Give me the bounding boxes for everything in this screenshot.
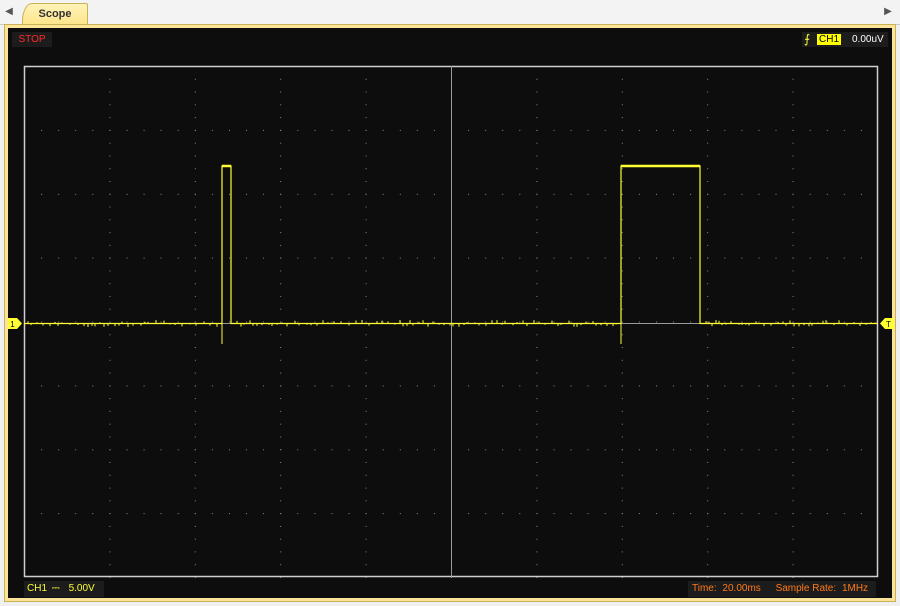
time-label: Time: [692,583,717,594]
channel-label: CH1 [27,583,48,594]
volts-per-div: 5.00V [68,583,95,594]
channel-scale-info[interactable]: CH1 ⎓ 5.00V [24,581,104,597]
dc-coupling-icon: ⎓ [51,583,60,594]
trigger-level-marker[interactable]: T [880,318,894,329]
ch1-ground-marker[interactable]: 1 [8,318,22,329]
sample-rate-label: Sample Rate: [775,583,837,594]
timebase-info[interactable]: Time: 20.00ms Sample Rate: 1MHz [688,581,876,597]
time-per-div: 20.00ms [722,583,761,594]
ch1-marker-label: 1 [10,320,15,329]
sample-rate: 1MHz [841,583,869,594]
waveform-area: 1 T [8,65,894,578]
trigger-marker-label: T [886,320,891,329]
